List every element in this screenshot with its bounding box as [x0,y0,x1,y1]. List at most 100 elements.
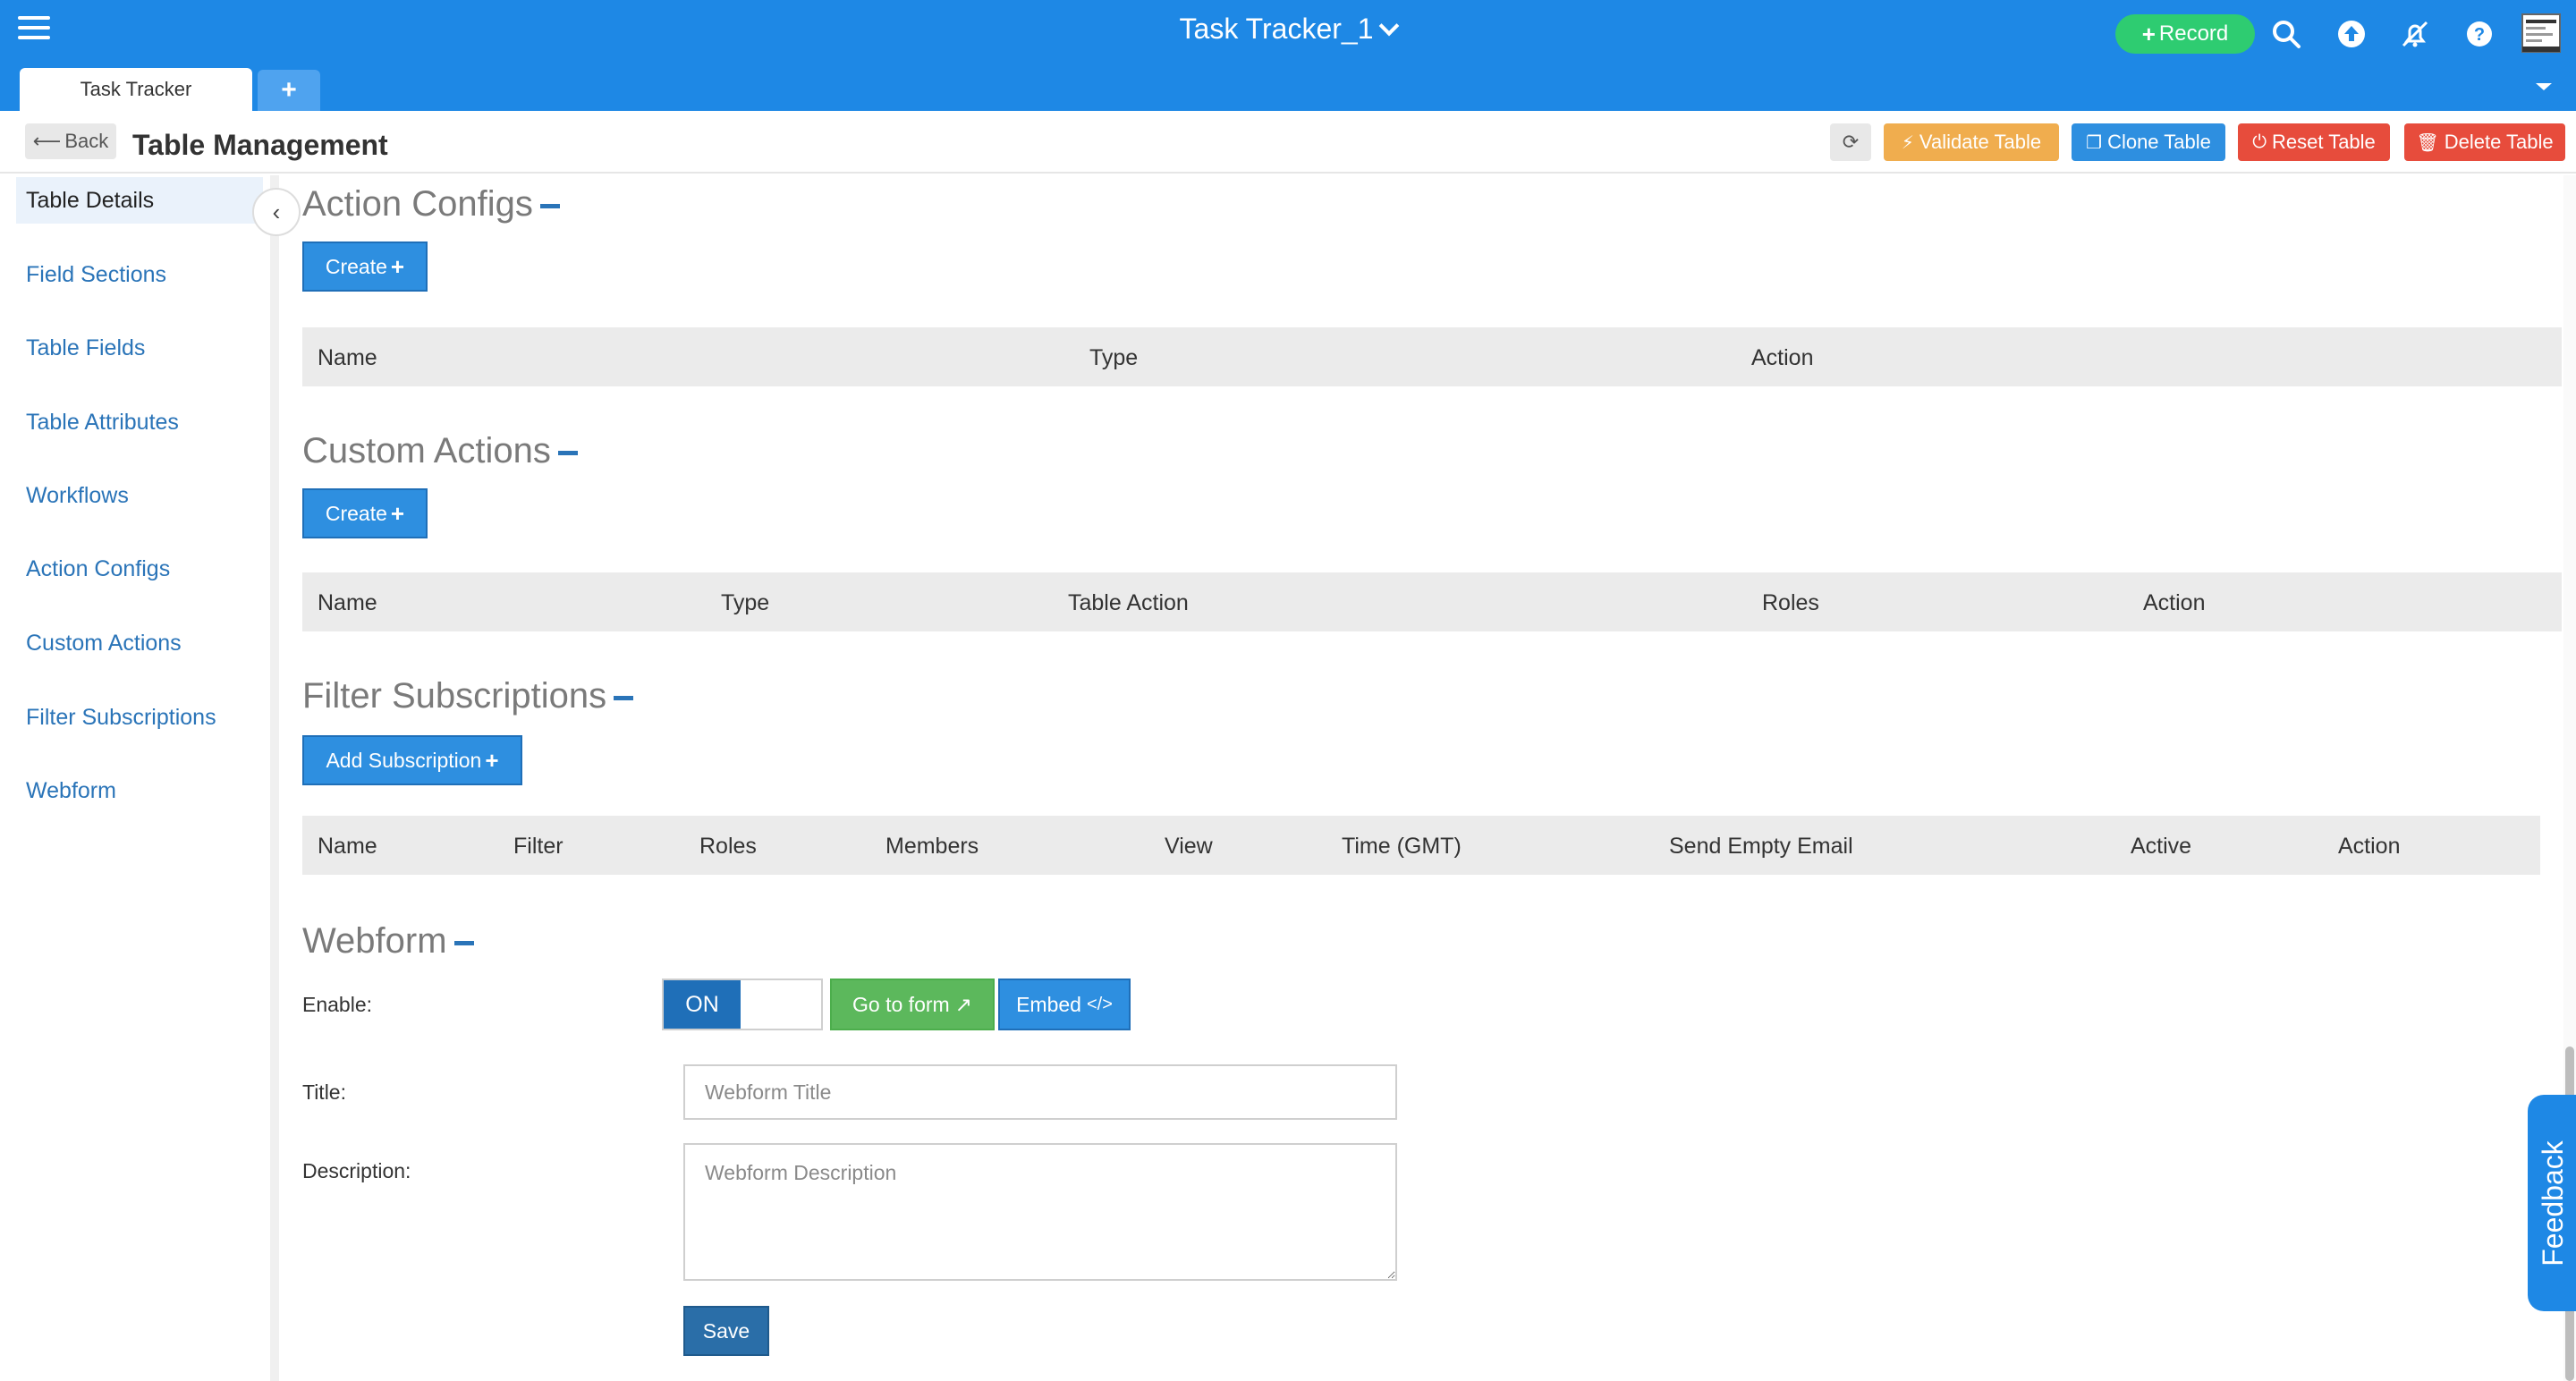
reset-table-button[interactable]: ⏻ Reset Table [2238,123,2390,161]
embed-label: Embed [1016,992,1081,1016]
column-header: Roles [1762,590,1819,615]
copy-icon: ❐ [2086,132,2103,153]
delete-table-button[interactable]: 🗑 Delete Table [2404,123,2565,161]
create-custom-action-button[interactable]: Create + [302,488,428,538]
webform-description-textarea[interactable] [683,1143,1397,1281]
top-bar: Task Tracker_1 + Record ? Task Tracker + [0,0,2576,111]
description-label: Description: [302,1159,411,1182]
column-header: Roles [699,834,757,859]
title-label: Title: [302,1080,346,1104]
code-icon: </> [1086,994,1113,1014]
column-header: Name [318,834,377,859]
action-configs-table-header: Name Type Action [302,327,2562,386]
page-title: Table Management [132,129,388,161]
sidebar-item-table-attributes[interactable]: Table Attributes [16,399,263,445]
custom-actions-title: Custom Actions [302,431,578,471]
chevron-down-icon [1379,15,1400,37]
webform-title: Webform [302,921,474,962]
custom-actions-table-header: Name Type Table Action Roles Action [302,572,2562,631]
feedback-button[interactable]: Feedback [2528,1095,2576,1311]
column-header: View [1165,834,1213,859]
column-header: Type [1089,345,1139,370]
clone-table-button[interactable]: ❐ Clone Table [2072,123,2225,161]
column-header: Action [2143,590,2206,615]
add-record-button[interactable]: + Record [2115,14,2255,54]
go-to-form-label: Go to form [852,992,950,1016]
lightning-icon: ⚡ [1901,132,1914,153]
column-header: Filter [513,834,564,859]
embed-button[interactable]: Embed </> [998,979,1131,1030]
collapse-filter-subscriptions-icon[interactable] [614,695,634,700]
collapse-sidebar-button[interactable]: ‹ [252,188,301,236]
column-header: Name [318,345,377,370]
svg-text:?: ? [2474,25,2485,45]
refresh-button[interactable]: ⟳ [1830,123,1871,161]
column-header: Action [1751,345,1814,370]
validate-table-button[interactable]: ⚡ Validate Table [1884,123,2059,161]
column-header: Action [2338,834,2401,859]
webform-title-input[interactable] [683,1064,1397,1120]
create-custom-action-label: Create [325,501,387,525]
sidebar-item-custom-actions[interactable]: Custom Actions [16,620,263,666]
search-icon[interactable] [2270,18,2302,50]
external-link-icon: ↗ [954,992,972,1016]
sidebar: Table Details Field Sections Table Field… [0,175,279,1381]
webform-title-text: Webform [302,921,447,961]
action-configs-title-text: Action Configs [302,184,533,224]
sidebar-item-table-details[interactable]: Table Details [16,177,263,224]
add-subscription-label: Add Subscription [326,748,482,772]
column-header: Time (GMT) [1342,834,1462,859]
custom-actions-title-text: Custom Actions [302,431,551,470]
column-header: Name [318,590,377,615]
add-subscription-button[interactable]: Add Subscription + [302,735,522,785]
filter-subscriptions-title-text: Filter Subscriptions [302,676,607,716]
save-button[interactable]: Save [683,1306,769,1356]
create-action-config-button[interactable]: Create + [302,241,428,292]
sidebar-item-workflows[interactable]: Workflows [16,472,263,519]
go-to-form-button[interactable]: Go to form ↗ [830,979,995,1030]
add-tab-button[interactable]: + [258,70,320,111]
enable-label: Enable: [302,993,373,1016]
column-header: Table Action [1068,590,1189,615]
create-action-config-label: Create [325,254,387,278]
back-label: Back [64,130,109,152]
notifications-off-icon[interactable] [2399,18,2431,50]
help-icon[interactable]: ? [2463,18,2496,50]
column-header: Type [721,590,770,615]
validate-table-label: Validate Table [1919,131,2042,153]
plus-icon: + [390,499,405,527]
collapse-webform-icon[interactable] [453,940,474,945]
collapse-custom-actions-icon[interactable] [557,450,578,455]
page-header: ⟵ Back Table Management ⟳ ⚡ Validate Table… [0,111,2576,174]
sidebar-item-action-configs[interactable]: Action Configs [16,546,263,592]
sidebar-item-table-fields[interactable]: Table Fields [16,325,263,371]
plus-icon: + [390,252,405,280]
add-record-label: Record [2158,21,2229,46]
webform-enable-toggle[interactable]: ON [662,979,823,1030]
column-header: Members [886,834,979,859]
filter-subscriptions-title: Filter Subscriptions [302,676,634,716]
upload-icon[interactable] [2335,18,2368,50]
plus-icon: + [485,746,499,774]
power-icon: ⏻ [2252,131,2267,152]
sidebar-item-field-sections[interactable]: Field Sections [16,251,263,298]
back-button[interactable]: ⟵ Back [25,123,116,159]
collapse-action-configs-icon[interactable] [539,203,560,208]
trash-icon: 🗑 [2416,132,2439,153]
menu-icon[interactable] [18,16,50,45]
column-header: Send Empty Email [1669,834,1853,859]
clone-table-label: Clone Table [2107,131,2211,153]
tab-task-tracker[interactable]: Task Tracker [20,68,252,111]
sidebar-item-filter-subscriptions[interactable]: Filter Subscriptions [16,694,263,741]
toggle-on-label: ON [664,980,741,1029]
avatar[interactable] [2521,13,2562,54]
arrow-left-icon: ⟵ [32,130,62,152]
reset-table-label: Reset Table [2272,131,2376,153]
app-title-dropdown[interactable]: Task Tracker_1 [1180,13,1400,45]
refresh-icon: ⟳ [1842,131,1860,153]
plus-icon: + [2141,20,2156,47]
sidebar-item-webform[interactable]: Webform [16,767,263,814]
chevron-left-icon: ‹ [272,198,281,225]
tab-menu-caret-icon[interactable] [2533,80,2555,93]
delete-table-label: Delete Table [2444,131,2554,153]
